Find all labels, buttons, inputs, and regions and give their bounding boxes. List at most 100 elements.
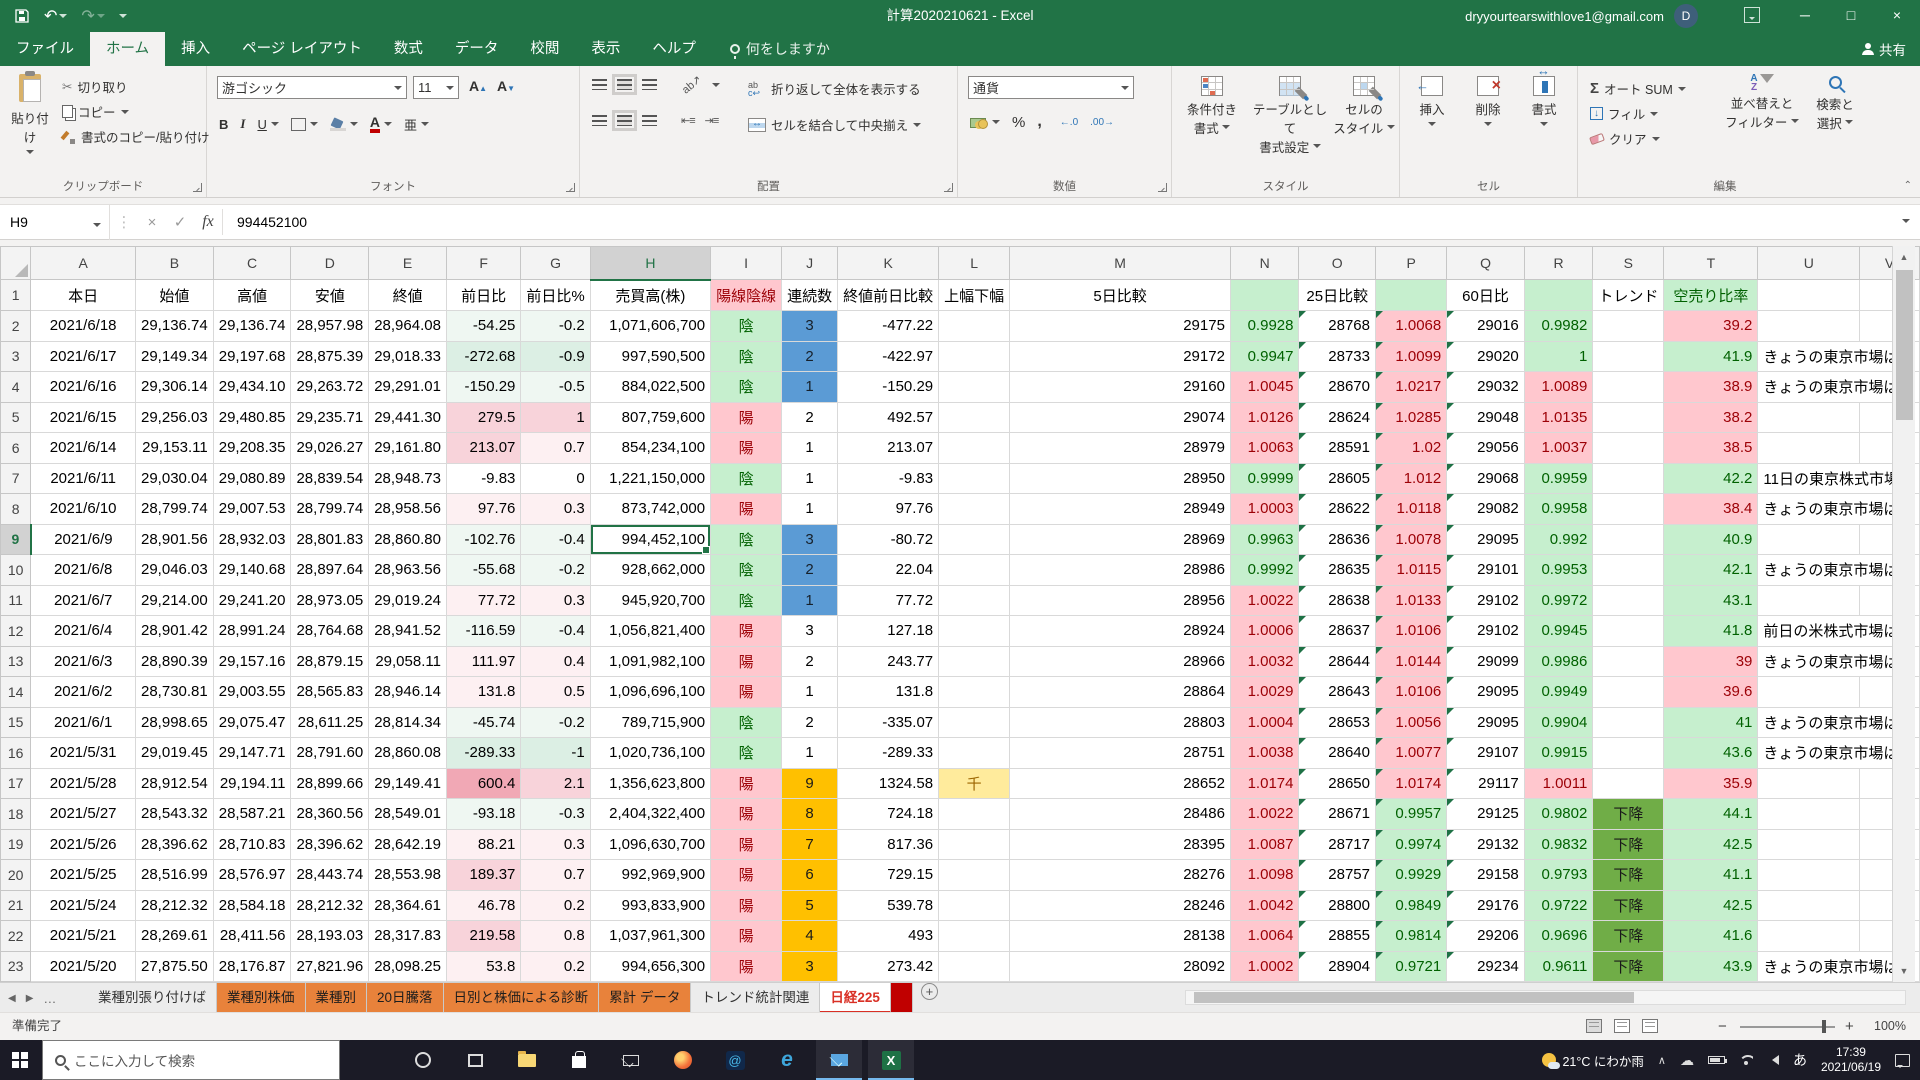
cell-H12[interactable]: 1,056,821,400 xyxy=(590,616,710,647)
cell-H8[interactable]: 873,742,000 xyxy=(590,494,710,525)
cell-E12[interactable]: 28,941.52 xyxy=(369,616,447,647)
column-header-I[interactable]: I xyxy=(711,247,782,280)
cell-A23[interactable]: 2021/5/20 xyxy=(31,951,136,982)
cell-T11[interactable]: 43.1 xyxy=(1664,585,1758,616)
cell-P13[interactable]: 1.0144 xyxy=(1376,646,1447,677)
cell-C19[interactable]: 28,710.83 xyxy=(213,829,291,860)
cell-U5[interactable] xyxy=(1758,402,1860,433)
cell-S3[interactable] xyxy=(1593,341,1664,372)
cell-I14[interactable]: 陽 xyxy=(711,677,782,708)
cell-A8[interactable]: 2021/6/10 xyxy=(31,494,136,525)
number-format-combo[interactable]: 通貨 xyxy=(968,76,1134,99)
row-header-21[interactable]: 21 xyxy=(1,890,31,921)
cell-P9[interactable]: 1.0078 xyxy=(1376,524,1447,555)
cell-J19[interactable]: 7 xyxy=(782,829,838,860)
cell-A9[interactable]: 2021/6/9 xyxy=(31,524,136,555)
cell-G11[interactable]: 0.3 xyxy=(521,585,590,616)
cell-N12[interactable]: 1.0006 xyxy=(1230,616,1299,647)
cell-B3[interactable]: 29,149.34 xyxy=(136,341,214,372)
horizontal-scroll-thumb[interactable] xyxy=(1194,992,1634,1003)
cell-B20[interactable]: 28,516.99 xyxy=(136,860,214,891)
cell-S1[interactable]: トレンド xyxy=(1593,280,1664,311)
cell-K21[interactable]: 539.78 xyxy=(838,890,939,921)
cell-P2[interactable]: 1.0068 xyxy=(1376,311,1447,342)
vertical-scrollbar[interactable]: ▲ ▼ xyxy=(1892,246,1915,982)
cell-P12[interactable]: 1.0106 xyxy=(1376,616,1447,647)
cell-O10[interactable]: 28635 xyxy=(1299,555,1376,586)
cell-A15[interactable]: 2021/6/1 xyxy=(31,707,136,738)
ime-indicator[interactable]: あ xyxy=(1793,1050,1807,1070)
percent-style-button[interactable]: % xyxy=(1012,114,1025,131)
sheet-nav-left-icon[interactable]: ◀ xyxy=(8,993,16,1004)
cell-I11[interactable]: 陰 xyxy=(711,585,782,616)
cell-J2[interactable]: 3 xyxy=(782,311,838,342)
cell-F20[interactable]: 189.37 xyxy=(446,860,520,891)
volume-icon[interactable] xyxy=(1767,1055,1779,1065)
cell-N19[interactable]: 1.0087 xyxy=(1230,829,1299,860)
cell-D2[interactable]: 28,957.98 xyxy=(291,311,369,342)
cell-D5[interactable]: 29,235.71 xyxy=(291,402,369,433)
cell-B1[interactable]: 始値 xyxy=(136,280,214,311)
ribbon-tab-校閲[interactable]: 校閲 xyxy=(514,32,575,66)
cell-R8[interactable]: 0.9958 xyxy=(1524,494,1593,525)
cell-A2[interactable]: 2021/6/18 xyxy=(31,311,136,342)
sheet-tab-20日騰落[interactable]: 20日騰落 xyxy=(367,983,444,1013)
italic-button[interactable]: I xyxy=(240,116,245,132)
cell-I12[interactable]: 陽 xyxy=(711,616,782,647)
cell-L20[interactable] xyxy=(939,860,1010,891)
format-cells-button[interactable]: 書式 xyxy=(1518,76,1570,133)
cancel-icon[interactable]: × xyxy=(138,214,166,231)
cell-D22[interactable]: 28,193.03 xyxy=(291,921,369,952)
cell-P8[interactable]: 1.0118 xyxy=(1376,494,1447,525)
cell-O13[interactable]: 28644 xyxy=(1299,646,1376,677)
cell-M13[interactable]: 28966 xyxy=(1010,646,1231,677)
cell-E6[interactable]: 29,161.80 xyxy=(369,433,447,464)
cell-M4[interactable]: 29160 xyxy=(1010,372,1231,403)
cell-H5[interactable]: 807,759,600 xyxy=(590,402,710,433)
name-box[interactable]: H9 xyxy=(0,204,110,240)
cell-M12[interactable]: 28924 xyxy=(1010,616,1231,647)
cell-F17[interactable]: 600.4 xyxy=(446,768,520,799)
cell-I21[interactable]: 陽 xyxy=(711,890,782,921)
cell-E18[interactable]: 28,549.01 xyxy=(369,799,447,830)
cell-B22[interactable]: 28,269.61 xyxy=(136,921,214,952)
cell-O1[interactable]: 25日比較 xyxy=(1299,280,1376,311)
sheet-tab-累計 データ[interactable]: 累計 データ xyxy=(599,983,691,1013)
ribbon-tab-file[interactable]: ファイル xyxy=(0,32,90,66)
cell-G1[interactable]: 前日比% xyxy=(521,280,590,311)
cell-D19[interactable]: 28,396.62 xyxy=(291,829,369,860)
column-header-G[interactable]: G xyxy=(521,247,590,280)
cell-F21[interactable]: 46.78 xyxy=(446,890,520,921)
cell-F23[interactable]: 53.8 xyxy=(446,951,520,982)
cell-T21[interactable]: 42.5 xyxy=(1664,890,1758,921)
cell-H1[interactable]: 売買高(株) xyxy=(590,280,710,311)
cell-B18[interactable]: 28,543.32 xyxy=(136,799,214,830)
ribbon-tab-挿入[interactable]: 挿入 xyxy=(165,32,226,66)
cell-P15[interactable]: 1.0056 xyxy=(1376,707,1447,738)
cell-A22[interactable]: 2021/5/21 xyxy=(31,921,136,952)
cell-I4[interactable]: 陰 xyxy=(711,372,782,403)
cell-P23[interactable]: 0.9721 xyxy=(1376,951,1447,982)
cell-I16[interactable]: 陰 xyxy=(711,738,782,769)
cell-P5[interactable]: 1.0285 xyxy=(1376,402,1447,433)
sheet-tab-日別と株価による診断[interactable]: 日別と株価による診断 xyxy=(444,983,600,1013)
cell-O9[interactable]: 28636 xyxy=(1299,524,1376,555)
cell-F5[interactable]: 279.5 xyxy=(446,402,520,433)
cell-U22[interactable] xyxy=(1758,921,1860,952)
cell-B17[interactable]: 28,912.54 xyxy=(136,768,214,799)
cell-N4[interactable]: 1.0045 xyxy=(1230,372,1299,403)
cell-O19[interactable]: 28717 xyxy=(1299,829,1376,860)
cell-D3[interactable]: 28,875.39 xyxy=(291,341,369,372)
cell-L3[interactable] xyxy=(939,341,1010,372)
column-header-N[interactable]: N xyxy=(1230,247,1299,280)
fill-button[interactable]: ↓フィル xyxy=(1590,101,1686,126)
cell-K17[interactable]: 1324.58 xyxy=(838,768,939,799)
cell-N8[interactable]: 1.0003 xyxy=(1230,494,1299,525)
cell-E5[interactable]: 29,441.30 xyxy=(369,402,447,433)
cell-G6[interactable]: 0.7 xyxy=(521,433,590,464)
cell-S2[interactable] xyxy=(1593,311,1664,342)
cell-A7[interactable]: 2021/6/11 xyxy=(31,463,136,494)
align-left-icon[interactable] xyxy=(592,115,607,126)
column-header-A[interactable]: A xyxy=(31,247,136,280)
cell-B19[interactable]: 28,396.62 xyxy=(136,829,214,860)
